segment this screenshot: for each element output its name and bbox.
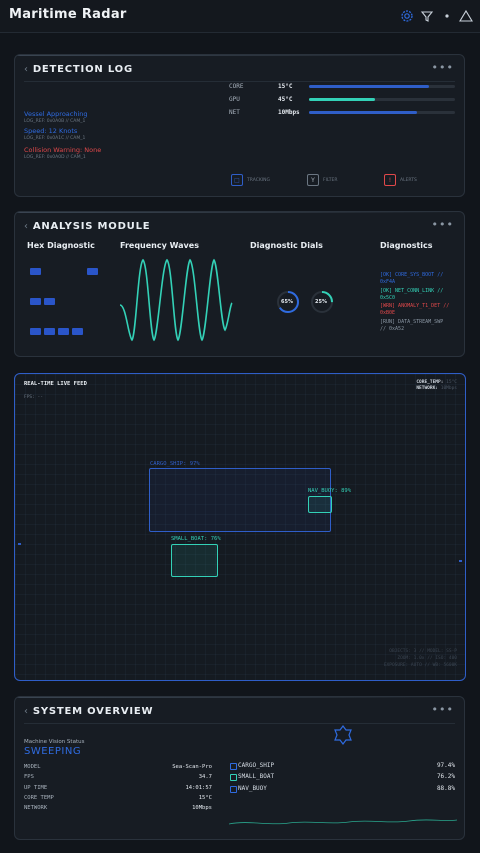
stat-value-core: 15°C — [278, 83, 293, 90]
panel-title: ‹ ANALYSIS MODULE — [24, 221, 151, 232]
live-feed-panel[interactable]: REAL-TIME LIVE FEED FPS: -- CORE_TEMP: 1… — [14, 373, 466, 681]
dial-label: 25% — [315, 299, 327, 305]
panel-title: ‹ DETECTION LOG — [24, 64, 133, 75]
filter-icon: Y — [307, 174, 319, 186]
diagnostics-heading: Diagnostics — [380, 241, 433, 250]
class-name: SMALL_BOAT — [238, 773, 275, 780]
log-entry-meta: LOG_REF: 0x0A0D // CAM_1 — [24, 155, 86, 160]
app-title: Maritime Radar — [9, 7, 127, 22]
panel-title: ‹ SYSTEM OVERVIEW — [24, 706, 154, 717]
kv-key: CORE TEMP — [24, 795, 54, 801]
system-emblem-icon — [334, 725, 352, 745]
class-value: 88.8% — [436, 785, 455, 792]
diag-line: [OK] CORE_SYS_BOOT // 0xF4A — [380, 272, 444, 285]
stat-value-net: 10Mbps — [278, 109, 300, 116]
app-header: Maritime Radar — [0, 0, 480, 33]
hex-cell — [58, 328, 69, 335]
hex-diagnostic-heading: Hex Diagnostic — [27, 241, 95, 250]
class-swatch — [230, 786, 237, 793]
cargo-ship-label: CARGO_SHIP: 97% — [150, 461, 200, 467]
hex-cell — [44, 298, 55, 305]
fps-readout: FPS: -- — [24, 395, 43, 400]
hex-cell — [87, 268, 98, 275]
log-entry-meta: LOG_REF: 0x0A1C // CAM_1 — [24, 136, 86, 141]
status-label: Machine Vision Status — [24, 739, 85, 745]
class-name: CARGO_SHIP — [238, 762, 275, 769]
more-options-icon[interactable]: ••• — [432, 218, 454, 231]
gear-icon[interactable] — [400, 9, 414, 23]
class-swatch — [230, 763, 237, 770]
kv-key: MODEL — [24, 764, 41, 770]
right-edge-marker — [459, 560, 462, 562]
kv-value: 34.7 — [198, 774, 212, 780]
hex-cell — [44, 328, 55, 335]
nav-buoy-label: NAV_BUOY: 89% — [308, 488, 352, 494]
small-boat-label: SMALL_BOAT: 76% — [171, 536, 221, 542]
more-options-icon[interactable]: ••• — [432, 61, 454, 74]
kv-value: Sea-Scan-Pro — [172, 764, 212, 770]
kv-value: 10Mbps — [192, 805, 212, 811]
filter-icon[interactable] — [420, 9, 434, 23]
frequency-wave — [119, 258, 233, 342]
dot-icon[interactable] — [440, 9, 454, 23]
feed-footer: OBJECTS: 3 // MODEL: SS-P ZOOM: 1.0x // … — [383, 649, 457, 668]
kv-key: NETWORK — [24, 805, 48, 811]
stat-label-net: NET — [229, 109, 240, 116]
class-value: 76.2% — [436, 773, 455, 780]
hex-cell — [72, 328, 83, 335]
kv-value: 14:01:57 — [185, 785, 213, 791]
feed-title: REAL-TIME LIVE FEED — [24, 381, 87, 387]
net-bar — [309, 111, 455, 114]
trend-sparkline — [229, 819, 457, 825]
dial-label: 65% — [281, 299, 293, 305]
status-value: SWEEPING — [24, 746, 82, 757]
nav-buoy-box[interactable] — [308, 496, 332, 513]
hex-cell — [30, 328, 41, 335]
diag-line: [OK] NET_CONN_LINK // 0x5C0 — [380, 288, 444, 301]
kv-key: FPS — [24, 774, 34, 780]
small-boat-box[interactable] — [171, 544, 218, 577]
log-entry-meta: LOG_REF: 0x0A0B // CAM_1 — [24, 119, 86, 124]
log-entry-message: Speed: 12 Knots — [24, 127, 78, 135]
stat-label-core: CORE — [229, 83, 244, 90]
kv-value: 15°C — [198, 795, 212, 801]
cargo-ship-box[interactable] — [149, 468, 331, 532]
hex-cell — [30, 298, 41, 305]
class-swatch — [230, 774, 237, 781]
filter-button[interactable]: Y FILTER — [307, 173, 338, 187]
diagnostic-dials-heading: Diagnostic Dials — [250, 241, 323, 250]
kv-key: UP TIME — [24, 785, 48, 791]
diag-line: [WRN] ANOMALY_T1_DET // 0xB0E — [380, 303, 450, 316]
core-bar — [309, 85, 455, 88]
tracking-button[interactable]: □ TRACKING — [231, 173, 270, 187]
stat-value-gpu: 45°C — [278, 96, 293, 103]
log-entry-message: Collision Warning: None — [24, 146, 102, 154]
stat-label-gpu: GPU — [229, 96, 240, 103]
tracking-icon: □ — [231, 174, 243, 186]
log-entry-message: Vessel Approaching — [24, 110, 88, 118]
frequency-waves-heading: Frequency Waves — [120, 241, 199, 250]
alert-triangle-icon[interactable] — [459, 9, 473, 23]
hex-cell — [30, 268, 41, 275]
left-edge-marker — [18, 543, 21, 545]
gpu-bar — [309, 98, 455, 101]
more-options-icon[interactable]: ••• — [432, 703, 454, 716]
class-value: 97.4% — [436, 762, 455, 769]
feed-status: CORE_TEMP: 15°C NETWORK: 10Mbps — [416, 380, 457, 391]
diag-line: [RUN] DATA_STREAM_SWP // 0xA52 — [380, 319, 444, 332]
class-name: NAV_BUOY — [238, 785, 267, 792]
alert-icon: ! — [384, 174, 396, 186]
alerts-button[interactable]: ! ALERTS — [384, 173, 417, 187]
